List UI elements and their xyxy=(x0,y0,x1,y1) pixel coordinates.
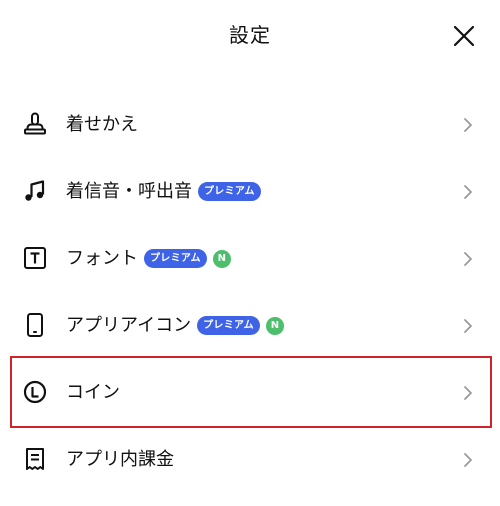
new-badge: N xyxy=(212,249,231,268)
chevron-right-icon xyxy=(462,317,474,335)
menu-item-in-app-purchases[interactable]: アプリ内課金 xyxy=(0,426,500,493)
menu-item-label: アプリ内課金 xyxy=(66,448,174,470)
menu-item-app-icon[interactable]: アプリアイコン プレミアム N xyxy=(0,292,500,359)
chevron-right-icon xyxy=(462,116,474,134)
menu-item-fonts[interactable]: フォント プレミアム N xyxy=(0,225,500,292)
menu-item-content: フォント プレミアム N xyxy=(66,225,231,292)
menu-item-content: 着せかえ xyxy=(66,91,138,158)
premium-badge: プレミアム xyxy=(144,249,207,268)
text-font-icon xyxy=(22,245,48,271)
close-icon xyxy=(453,25,475,47)
menu-item-label: フォント xyxy=(66,247,138,269)
menu-item-label: 着信音・呼出音 xyxy=(66,180,192,202)
chevron-right-icon xyxy=(462,183,474,201)
chevron-right-icon xyxy=(462,250,474,268)
chevron-right-icon xyxy=(462,451,474,469)
coin-icon xyxy=(22,379,48,405)
menu-item-themes[interactable]: 着せかえ xyxy=(0,91,500,158)
chevron-right-icon xyxy=(462,384,474,402)
settings-header: 設定 xyxy=(0,0,500,74)
phone-icon xyxy=(22,312,48,338)
receipt-icon xyxy=(22,446,48,472)
menu-item-content: アプリ内課金 xyxy=(66,426,174,493)
settings-menu: 着せかえ 着信音・呼出音 プレミアム フォント プレミアム N アプリアイコン … xyxy=(0,91,500,493)
brush-icon xyxy=(22,111,48,137)
page-title: 設定 xyxy=(229,23,271,47)
menu-item-content: 着信音・呼出音 プレミアム xyxy=(66,158,261,225)
menu-item-content: アプリアイコン プレミアム N xyxy=(66,292,284,359)
premium-badge: プレミアム xyxy=(198,182,261,201)
menu-item-label: アプリアイコン xyxy=(66,314,192,336)
menu-item-coins[interactable]: コイン xyxy=(0,359,500,426)
menu-item-content: コイン xyxy=(66,359,120,426)
new-badge: N xyxy=(265,316,284,335)
music-note-icon xyxy=(22,178,48,204)
menu-item-label: コイン xyxy=(66,381,120,403)
close-button[interactable] xyxy=(448,20,480,52)
menu-item-ringtones[interactable]: 着信音・呼出音 プレミアム xyxy=(0,158,500,225)
premium-badge: プレミアム xyxy=(197,316,260,335)
menu-item-label: 着せかえ xyxy=(66,113,138,135)
